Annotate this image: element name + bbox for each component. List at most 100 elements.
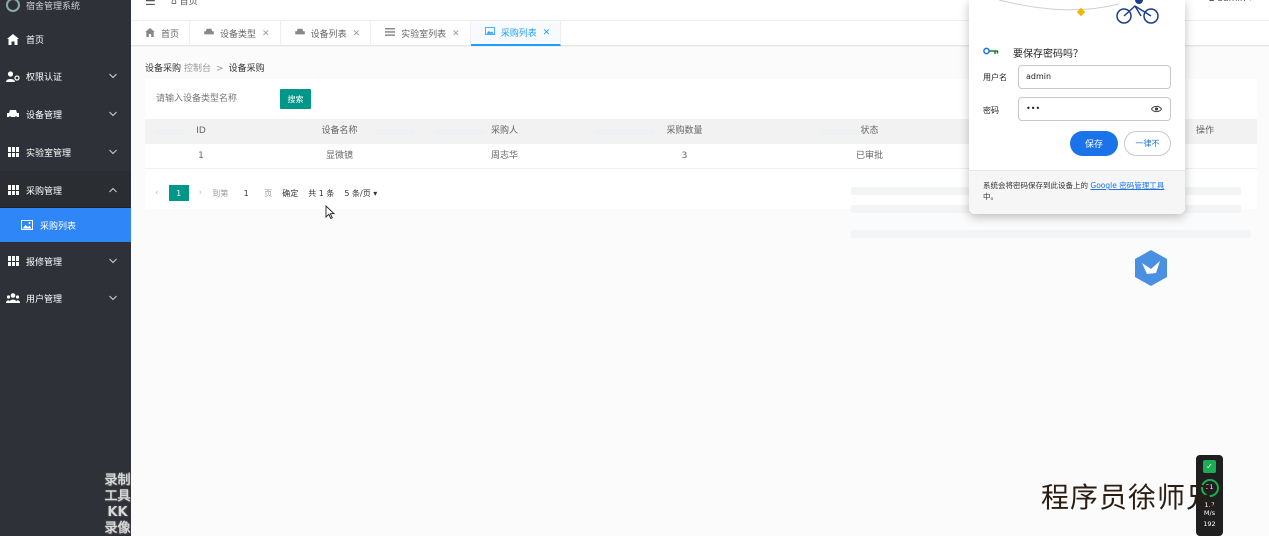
cell-status: 已审批 — [855, 151, 883, 161]
sidebar-item-label: 首页 — [26, 35, 45, 46]
user-key-icon — [6, 70, 20, 82]
sidebar-subitem-label: 采购列表 — [40, 221, 77, 232]
password-manager-link[interactable]: Google 密码管理工具 — [1090, 181, 1164, 190]
sidebar-item-users[interactable]: 用户管理 — [0, 279, 131, 317]
page-size-value: 5 条/页 — [344, 188, 371, 198]
header-status: 状态 — [860, 126, 879, 136]
home-icon — [145, 27, 155, 40]
app-logo: 宿舍管理系统 — [0, 0, 131, 20]
search-input[interactable] — [156, 89, 276, 109]
chevron-down-icon — [109, 72, 117, 81]
tab-label: 实验室列表 — [401, 30, 447, 40]
blur-placeholder — [435, 129, 485, 135]
grid-icon — [6, 146, 20, 158]
tab-label: 设备列表 — [310, 30, 347, 40]
footer-text: 系统会将密码保存到此设备上的 — [983, 181, 1091, 190]
floating-assistant-icon[interactable] — [1133, 249, 1169, 287]
dialog-title: 要保存密码吗？ — [1013, 49, 1083, 60]
breadcrumb-current: 设备采购 — [228, 64, 265, 74]
password-field[interactable]: ••• — [1018, 97, 1171, 121]
goto-confirm-button[interactable]: 确定 — [282, 188, 298, 199]
blur-placeholder — [851, 230, 1251, 238]
never-save-button[interactable]: 一律不 — [1124, 131, 1171, 156]
image-icon — [484, 27, 495, 38]
chevron-down-icon — [109, 148, 117, 157]
sidebar-item-device[interactable]: 设备管理 — [0, 95, 131, 133]
page-title: 设备采购 — [145, 64, 182, 74]
save-password-dialog: 要保存密码吗？ 用户名 admin 密码 ••• 保存 一律不 系统会将密码保存… — [969, 0, 1185, 214]
author-watermark: 程序员徐师兄 — [1041, 481, 1216, 514]
sidebar-item-repair[interactable]: 报修管理 — [0, 242, 131, 280]
net-bottom-value: 192 — [1203, 520, 1216, 528]
blur-placeholder — [820, 129, 860, 135]
save-password-button[interactable]: 保存 — [1070, 131, 1118, 156]
breadcrumb: 设备采购 控制台 > 设备采购 — [145, 61, 265, 74]
total-count: 共 1 条 — [308, 188, 335, 198]
tab-purchase-list[interactable]: 采购列表 ✕ — [470, 21, 562, 46]
list-icon — [385, 28, 396, 39]
cell-purchaser: 周志华 — [490, 151, 518, 161]
sidebar-item-lab[interactable]: 实验室管理 — [0, 133, 131, 171]
chevron-up-icon — [109, 186, 117, 195]
cell-device-name: 显微镜 — [325, 151, 353, 161]
close-icon[interactable]: ✕ — [543, 28, 551, 38]
users-icon — [6, 292, 20, 304]
cell-quantity: 3 — [681, 151, 688, 161]
username-field[interactable]: admin — [1018, 65, 1171, 89]
sidebar-item-purchase[interactable]: 采购管理 — [0, 171, 131, 209]
car-icon — [6, 108, 20, 120]
current-page[interactable]: 1 — [168, 185, 189, 201]
tab-label: 首页 — [161, 30, 180, 40]
top-home-link[interactable]: ⌂ 首页 — [171, 0, 198, 7]
next-page-button[interactable]: › — [199, 188, 203, 198]
user-menu[interactable]: ▪ admin ▾ — [1208, 0, 1253, 4]
home-icon: ⌂ — [171, 0, 180, 7]
sidebar-item-label: 用户管理 — [26, 294, 63, 305]
chevron-down-icon — [109, 110, 117, 119]
bicycle-illustration — [969, 0, 1185, 36]
grid-icon — [6, 184, 20, 196]
key-icon — [983, 47, 999, 58]
check-icon: ✓ — [1203, 460, 1216, 473]
sidebar-subitem-purchase-list[interactable]: 采购列表 — [0, 208, 131, 242]
search-button[interactable]: 搜索 — [280, 89, 311, 109]
username-label: 用户名 — [983, 73, 1007, 82]
tab-label: 采购列表 — [500, 29, 537, 39]
tab-label: 设备类型 — [220, 30, 257, 40]
password-value: ••• — [1026, 104, 1041, 113]
chevron-down-icon — [109, 257, 117, 266]
chevron-down-icon: ▾ — [373, 188, 378, 198]
tab-lab-list[interactable]: 实验室列表 ✕ — [371, 21, 471, 46]
car-icon — [294, 28, 305, 39]
page-size-select[interactable]: 5 条/页 ▾ — [344, 188, 377, 199]
close-icon[interactable]: ✕ — [262, 29, 270, 39]
dialog-header: 要保存密码吗？ — [983, 45, 1083, 60]
close-icon[interactable]: ✕ — [452, 29, 460, 39]
cell-id: 1 — [198, 151, 204, 161]
pagination: ‹ 1 › 到第 1 页 确定 共 1 条 5 条/页 ▾ — [155, 184, 387, 202]
tab-device-list[interactable]: 设备列表 ✕ — [281, 21, 372, 46]
page-unit-label: 页 — [264, 188, 273, 198]
sidebar-item-label: 实验室管理 — [26, 148, 72, 159]
breadcrumb-console[interactable]: 控制台 — [184, 64, 211, 74]
user-name: admin — [1217, 0, 1245, 4]
blur-placeholder — [155, 129, 185, 135]
sidebar-item-label: 设备管理 — [26, 110, 63, 121]
sidebar-item-label: 采购管理 — [26, 186, 63, 197]
prev-page-button[interactable]: ‹ — [155, 188, 159, 198]
mouse-cursor-icon — [325, 204, 336, 222]
goto-page-input[interactable]: 1 — [238, 189, 254, 198]
chevron-down-icon — [109, 294, 117, 303]
tab-device-type[interactable]: 设备类型 ✕ — [190, 21, 281, 46]
goto-label: 到第 — [212, 188, 229, 198]
top-home-label: 首页 — [179, 0, 198, 7]
app-title: 宿舍管理系统 — [26, 1, 81, 12]
eye-icon[interactable] — [1150, 98, 1163, 122]
blur-placeholder — [375, 129, 415, 135]
sidebar-item-auth[interactable]: 权限认证 — [0, 57, 131, 95]
tab-home[interactable]: 首页 — [131, 21, 191, 46]
menu-icon[interactable]: ☰ — [145, 0, 156, 8]
recorder-watermark-line2: KK录像机 — [104, 505, 131, 536]
sidebar-item-home[interactable]: 首页 — [0, 20, 131, 58]
close-icon[interactable]: ✕ — [353, 29, 361, 39]
